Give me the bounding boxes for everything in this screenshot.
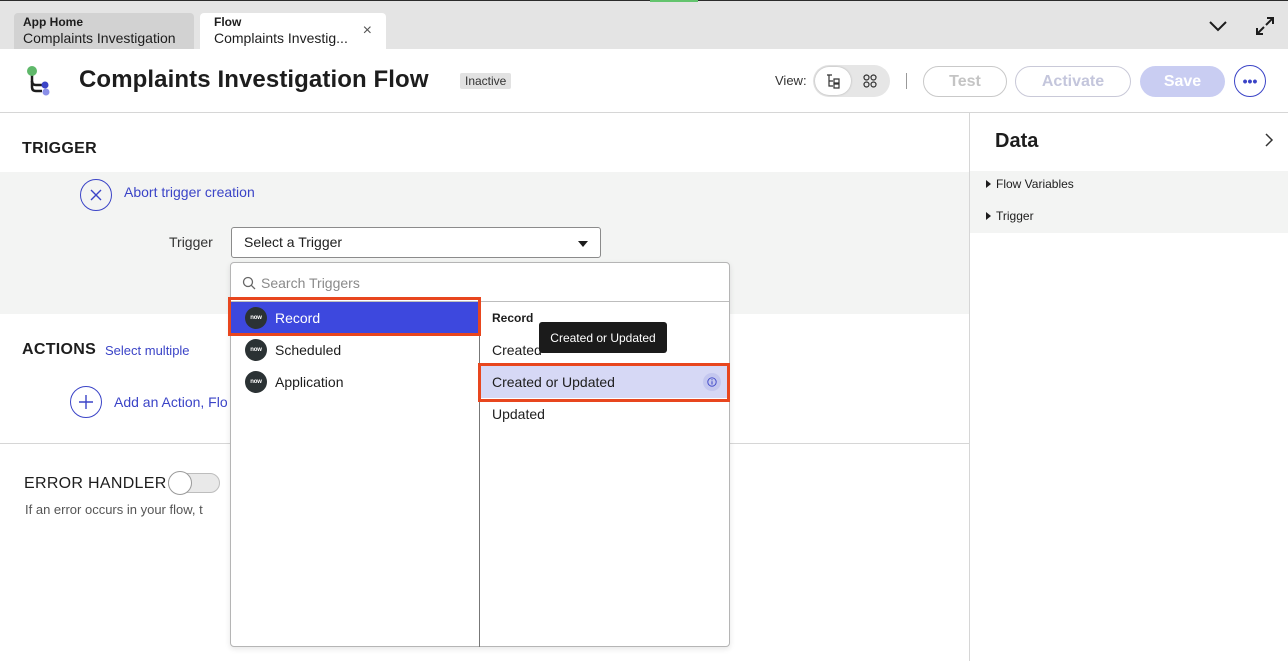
category-label: Application: [275, 374, 344, 390]
error-handler-title: ERROR HANDLER: [24, 475, 167, 492]
toolbar-divider: [906, 73, 907, 89]
tab-label: Complaints Investig...: [214, 30, 348, 46]
tab-bar: App Home Complaints Investigation Flow C…: [0, 0, 1288, 50]
trigger-dropdown: now Record now Scheduled now Application…: [230, 262, 730, 647]
option-updated[interactable]: Updated: [480, 398, 729, 430]
trigger-section-title: TRIGGER: [22, 140, 97, 157]
abort-trigger-link[interactable]: Abort trigger creation: [124, 184, 255, 200]
test-button[interactable]: Test: [923, 66, 1007, 97]
option-label: Created: [492, 342, 542, 358]
tab-caption: Flow: [214, 15, 242, 29]
options-heading: Record: [492, 311, 534, 325]
tab-flow[interactable]: Flow Complaints Investig... ×: [200, 13, 386, 50]
status-badge: Inactive: [460, 73, 512, 89]
now-logo-icon: now: [245, 307, 267, 329]
tree-item-label: Trigger: [996, 209, 1034, 223]
tree-item-trigger[interactable]: Trigger: [986, 209, 1034, 223]
search-icon: [242, 276, 256, 295]
error-handler-description: If an error occurs in your flow, t: [25, 502, 203, 517]
chevron-right-icon[interactable]: [1264, 133, 1274, 152]
more-options-button[interactable]: •••: [1234, 65, 1266, 97]
caret-down-icon: [578, 241, 588, 247]
expand-triangle-icon: [986, 212, 991, 220]
page-title: Complaints Investigation Flow: [79, 66, 429, 93]
data-panel-title: Data: [995, 130, 1039, 152]
tab-app-home[interactable]: App Home Complaints Investigation: [14, 13, 194, 50]
abort-icon[interactable]: [80, 179, 112, 211]
actions-section-title: ACTIONS: [22, 341, 97, 358]
accent-strip: [650, 0, 698, 2]
diagram-view-icon[interactable]: [852, 67, 888, 95]
trigger-select[interactable]: Select a Trigger: [231, 227, 601, 258]
info-icon[interactable]: [703, 373, 721, 391]
category-label: Scheduled: [275, 342, 342, 358]
now-logo-icon: now: [245, 371, 267, 393]
tab-caption: App Home: [23, 15, 83, 29]
search-bar: [231, 263, 729, 302]
category-record[interactable]: now Record: [231, 302, 479, 334]
category-scheduled[interactable]: now Scheduled: [231, 334, 479, 366]
error-handler-toggle[interactable]: [168, 471, 220, 495]
expand-triangle-icon: [986, 180, 991, 188]
expand-icon[interactable]: [1254, 15, 1276, 37]
option-label: Updated: [492, 406, 545, 422]
close-tab-icon[interactable]: ×: [363, 23, 372, 39]
select-multiple-link[interactable]: Select multiple: [105, 343, 190, 358]
category-application[interactable]: now Application: [231, 366, 479, 398]
view-label: View:: [775, 73, 807, 88]
flow-designer-icon: [24, 65, 54, 97]
save-button[interactable]: Save: [1140, 66, 1225, 97]
view-toggle: [813, 65, 890, 97]
tree-item-label: Flow Variables: [996, 177, 1074, 191]
trigger-field-label: Trigger: [169, 234, 213, 250]
activate-button[interactable]: Activate: [1015, 66, 1131, 97]
data-panel: Data Flow Variables Trigger: [969, 113, 1288, 661]
now-logo-icon: now: [245, 339, 267, 361]
option-label: Created or Updated: [492, 374, 615, 390]
tree-view-icon[interactable]: [815, 67, 851, 95]
add-action-link[interactable]: Add an Action, Flo: [114, 394, 228, 410]
category-label: Record: [275, 310, 321, 326]
toggle-knob: [168, 471, 192, 495]
trigger-select-value: Select a Trigger: [244, 234, 343, 250]
tab-label: Complaints Investigation: [23, 30, 176, 46]
tooltip: Created or Updated: [539, 322, 667, 353]
tree-item-flow-variables[interactable]: Flow Variables: [986, 177, 1074, 191]
chevron-down-icon[interactable]: [1207, 15, 1229, 37]
add-icon[interactable]: [70, 386, 102, 418]
option-created-or-updated[interactable]: Created or Updated: [480, 366, 729, 398]
flow-header: Complaints Investigation Flow Inactive V…: [0, 49, 1288, 113]
search-triggers-input[interactable]: [261, 272, 701, 294]
